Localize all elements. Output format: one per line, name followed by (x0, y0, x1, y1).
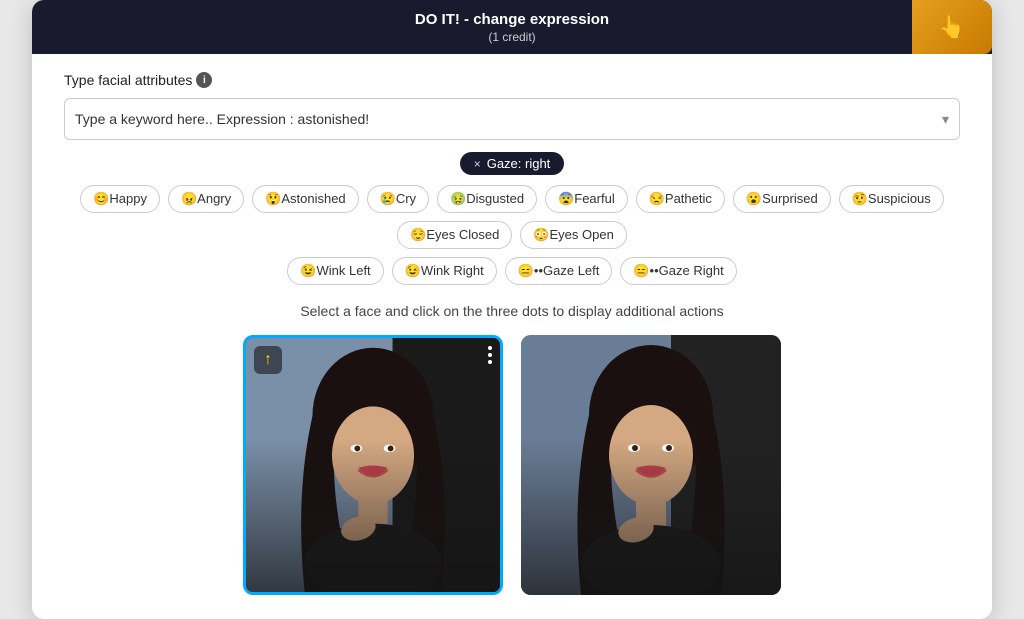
chip-happy[interactable]: 😊Happy (80, 185, 160, 213)
image-card-2[interactable] (521, 335, 781, 595)
chips-row-2: 😉Wink Left 😉Wink Right 😑••Gaze Left😑••Gaze… (64, 257, 960, 285)
chip-pathetic[interactable]: 😒Pathetic (636, 185, 725, 213)
image-card-1[interactable]: ↑ (243, 335, 503, 595)
tag-label: Gaze: right (487, 156, 551, 171)
portrait-2 (521, 335, 781, 595)
dot-1 (488, 346, 492, 350)
chip-disgusted[interactable]: 🤢Disgusted (437, 185, 537, 213)
chip-surprised[interactable]: 😮Surprised (733, 185, 831, 213)
images-row: ↑ (64, 335, 960, 595)
dots-menu[interactable] (488, 346, 492, 364)
chip-gaze-left[interactable]: 😑••Gaze Left (505, 257, 613, 285)
dropdown-arrow-icon[interactable]: ▾ (942, 111, 949, 128)
chip-eyes-open[interactable]: 😳Eyes Open (520, 221, 627, 249)
upload-icon[interactable]: ↑ (254, 346, 282, 374)
keyword-input-row: ▾ (64, 98, 960, 140)
chip-angry[interactable]: 😠Angry (168, 185, 244, 213)
content-area: Type facial attributes i ▾ × Gaze: right… (32, 54, 992, 595)
header-title: DO IT! - change expression (112, 10, 912, 30)
hand-icon: 👆 (938, 14, 965, 40)
chip-wink-left[interactable]: 😉Wink Left (287, 257, 383, 285)
dot-3 (488, 360, 492, 364)
portrait-svg-1 (246, 338, 500, 592)
chips-row-1: 😊Happy 😠Angry 😲Astonished 😢Cry 🤢Disgusted 😨Fe… (64, 185, 960, 249)
chip-cry[interactable]: 😢Cry (367, 185, 429, 213)
chip-fearful[interactable]: 😨Fearful (545, 185, 628, 213)
chip-gaze-right[interactable]: 😑••Gaze Right (620, 257, 736, 285)
chip-eyes-closed[interactable]: 😌Eyes Closed (397, 221, 512, 249)
chip-wink-right[interactable]: 😉Wink Right (392, 257, 497, 285)
portrait-svg-2 (521, 335, 781, 595)
header-subtitle: (1 credit) (112, 30, 912, 44)
do-it-button[interactable]: 👆 (912, 0, 992, 54)
tag-close-icon[interactable]: × (474, 157, 481, 171)
chip-suspicious[interactable]: 🤨Suspicious (839, 185, 944, 213)
header-bar: DO IT! - change expression (1 credit) 👆 (32, 0, 992, 54)
main-window: DO IT! - change expression (1 credit) 👆 … (32, 0, 992, 619)
tag-row: × Gaze: right (64, 152, 960, 175)
header-title-block: DO IT! - change expression (1 credit) (112, 10, 912, 44)
section-label: Type facial attributes i (64, 72, 960, 88)
keyword-input[interactable] (75, 99, 942, 139)
instruction-text: Select a face and click on the three dot… (64, 303, 960, 319)
dot-2 (488, 353, 492, 357)
portrait-1 (246, 338, 500, 592)
active-tag[interactable]: × Gaze: right (460, 152, 565, 175)
info-icon[interactable]: i (196, 72, 212, 88)
chip-astonished[interactable]: 😲Astonished (252, 185, 359, 213)
